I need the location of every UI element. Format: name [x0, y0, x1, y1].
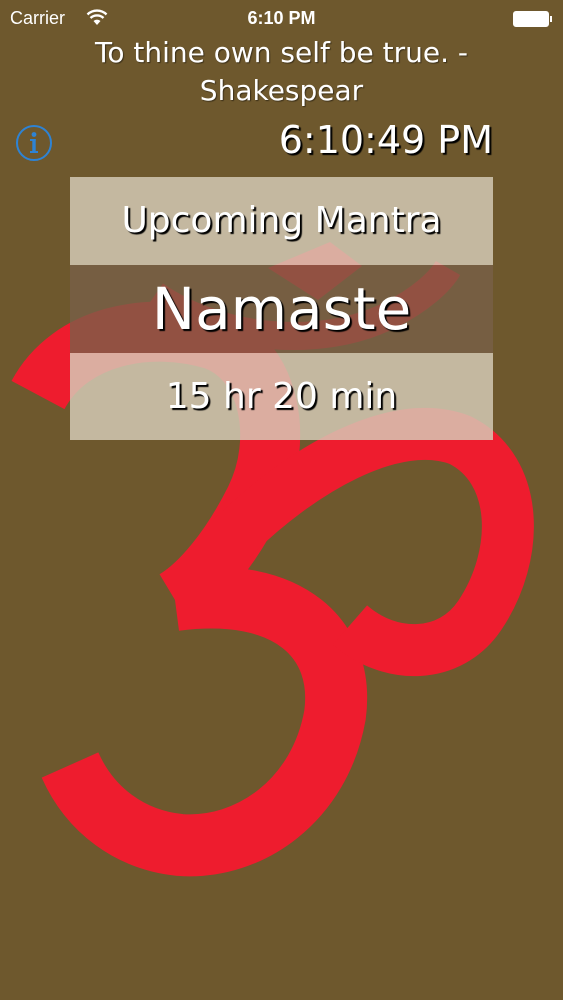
quote-line-2: Shakespear: [199, 74, 364, 107]
quote-line-1: To thine own self be true. -: [94, 36, 469, 69]
mantra-card: Upcoming Mantra Namaste 15 hr 20 min: [70, 177, 493, 440]
mantra-card-header: Upcoming Mantra: [70, 177, 493, 265]
daily-quote: To thine own self be true. - Shakespear: [0, 34, 563, 110]
current-time: 6:10:49 PM: [278, 118, 493, 162]
mantra-countdown: 15 hr 20 min: [70, 352, 493, 440]
mantra-name: Namaste: [70, 264, 493, 353]
info-icon[interactable]: [15, 124, 53, 162]
